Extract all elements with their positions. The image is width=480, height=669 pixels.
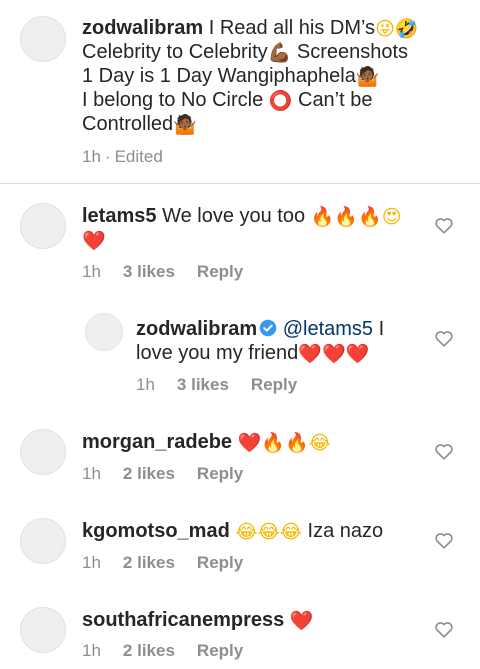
caption-line2a: Celebrity to Celebrity [82, 41, 268, 63]
comment-meta: 1h 2 likes Reply [82, 553, 265, 573]
caption-line5: Controlled [82, 113, 174, 135]
red-heart-emoji: ❤️ [289, 610, 314, 632]
comment-body: We love you too [162, 205, 306, 227]
comment-time: 1h [82, 262, 101, 281]
avatar[interactable] [20, 518, 66, 564]
tears-of-joy-emoji: 😂 [279, 521, 302, 543]
comment-time: 1h [136, 375, 155, 394]
red-heart-emoji: ❤️ [321, 343, 346, 365]
caption-line4: I belong to No Circle [82, 89, 269, 111]
fire-emoji: 🔥 [310, 206, 335, 228]
red-heart-emoji: ❤️ [298, 343, 322, 365]
flexed-biceps-emoji: 💪🏾 [267, 42, 292, 64]
edited-label: Edited [114, 147, 163, 166]
mention-link[interactable]: @letams5 [283, 318, 373, 340]
caption-line2b: Screenshots [291, 41, 409, 63]
red-heart-emoji: ❤️ [82, 230, 106, 252]
shrug-emoji: 🤷🏾 [355, 66, 380, 88]
caption-username[interactable]: zodwalibram [82, 17, 203, 39]
comment-text: zodwalibram @letams5 I love you my frien… [136, 317, 426, 365]
comment-username[interactable]: kgomotso_mad [82, 520, 230, 542]
avatar[interactable] [20, 16, 66, 62]
likes-count[interactable]: 2 likes [123, 553, 175, 573]
comment-username[interactable]: southafricanempress [82, 609, 284, 631]
heart-outline-icon[interactable] [433, 327, 455, 349]
reply-button[interactable]: Reply [197, 262, 243, 282]
meta-separator: · [104, 147, 111, 166]
comment-meta: 1h 2 likes Reply [82, 641, 265, 661]
avatar[interactable] [20, 607, 66, 653]
comment-time: 1h [82, 464, 101, 483]
verified-badge-icon [259, 319, 277, 337]
comment-text: kgomotso_mad 😂😂😂 Iza nazo [82, 519, 422, 543]
comment-time: 1h [82, 641, 101, 660]
avatar[interactable] [85, 313, 123, 351]
hollow-circle-emoji: ⭕ [268, 90, 293, 112]
avatar[interactable] [20, 203, 66, 249]
likes-count[interactable]: 2 likes [123, 464, 175, 484]
comment-text: southafricanempress ❤️ [82, 608, 422, 632]
comment-username[interactable]: morgan_radebe [82, 431, 232, 453]
red-heart-emoji: ❤️ [345, 343, 370, 365]
fire-emoji: 🔥 [334, 206, 359, 228]
caption-time: 1h [82, 147, 101, 166]
avatar[interactable] [20, 429, 66, 475]
heart-outline-icon[interactable] [433, 618, 455, 640]
comment-body: love you my friend [136, 342, 299, 364]
reply-button[interactable]: Reply [197, 464, 243, 484]
reply-button[interactable]: Reply [251, 375, 297, 395]
heart-outline-icon[interactable] [433, 214, 455, 236]
caption-line1: I Read all his DM’s [208, 17, 376, 39]
comment-text: morgan_radebe ❤️🔥🔥😂 [82, 430, 422, 454]
shrug-emoji: 🤷🏾 [173, 114, 197, 136]
fire-emoji: 🔥 [358, 206, 382, 228]
fire-emoji: 🔥 [261, 432, 285, 454]
comment-text: letams5 We love you too 🔥🔥🔥😍 ❤️ [82, 204, 422, 252]
reply-button[interactable]: Reply [197, 553, 243, 573]
winking-tongue-emoji: 😜 [375, 18, 395, 40]
red-heart-emoji: ❤️ [237, 432, 262, 454]
rofl-emoji: 🤣 [394, 18, 419, 40]
comment-body: Iza nazo [307, 520, 384, 542]
likes-count[interactable]: 3 likes [123, 262, 175, 282]
caption-line3: 1 Day is 1 Day Wangiphaphela [82, 65, 356, 87]
likes-count[interactable]: 3 likes [177, 375, 229, 395]
fire-emoji: 🔥 [284, 432, 309, 454]
comment-username[interactable]: zodwalibram [136, 318, 257, 340]
comment-meta: 1h 2 likes Reply [82, 464, 265, 484]
comment-meta: 1h 3 likes Reply [136, 375, 319, 395]
reply-button[interactable]: Reply [197, 641, 243, 661]
heart-eyes-emoji: 😍 [381, 206, 402, 228]
heart-outline-icon[interactable] [433, 440, 455, 462]
caption-text: zodwalibram I Read all his DM’s😜🤣 Celebr… [82, 16, 462, 136]
comment-meta: 1h 3 likes Reply [82, 262, 265, 282]
caption-line4b: Can’t be [292, 89, 373, 111]
comment-time: 1h [82, 553, 101, 572]
tears-of-joy-emoji: 😂 [235, 521, 258, 543]
tears-of-joy-emoji: 😂 [257, 521, 280, 543]
comment-body: I [373, 318, 385, 340]
comment-username[interactable]: letams5 [82, 205, 157, 227]
heart-outline-icon[interactable] [433, 529, 455, 551]
likes-count[interactable]: 2 likes [123, 641, 175, 661]
caption-meta: 1h · Edited [82, 147, 185, 167]
tears-of-joy-emoji: 😂 [308, 432, 331, 454]
divider [0, 183, 480, 184]
